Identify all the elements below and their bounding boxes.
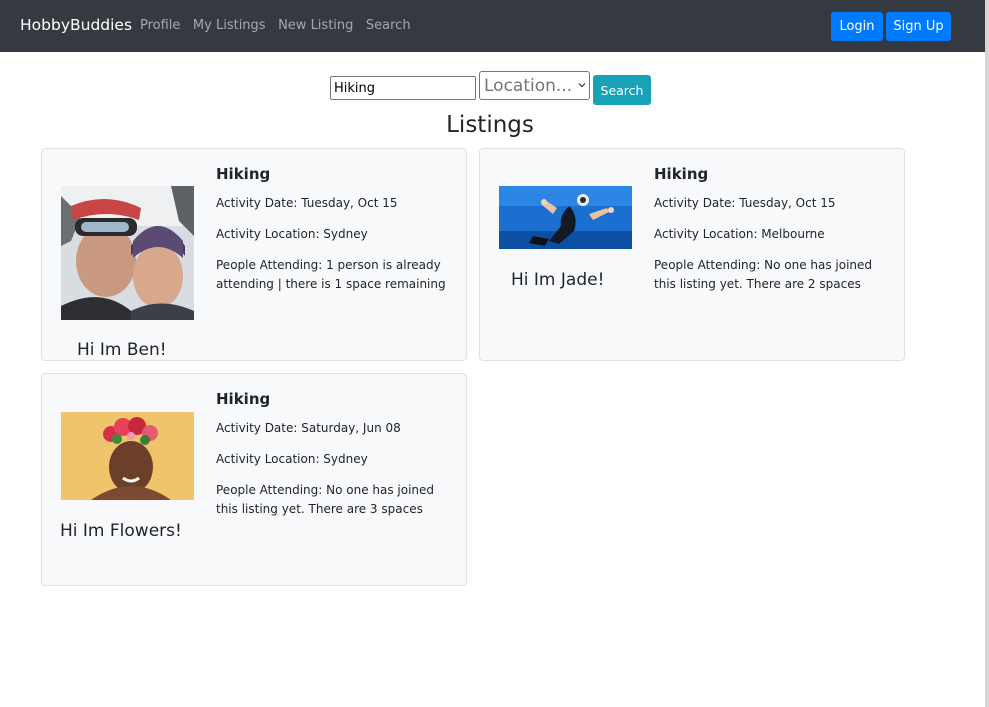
- listing-info: Hiking Activity Date: Tuesday, Oct 15 Ac…: [216, 165, 448, 306]
- activity-date: Activity Date: Tuesday, Oct 15: [216, 196, 398, 210]
- activity-location: Activity Location: Melbourne: [654, 227, 825, 241]
- chevron-down-icon: [578, 83, 586, 88]
- location-select[interactable]: Location...: [479, 71, 590, 100]
- signup-button[interactable]: Sign Up: [886, 12, 951, 41]
- window-edge: [985, 0, 989, 707]
- couple-selfie-photo: [61, 186, 194, 320]
- listing-title[interactable]: Hiking: [216, 165, 448, 183]
- login-button[interactable]: Login: [831, 12, 883, 41]
- activity-location: Activity Location: Sydney: [216, 227, 368, 241]
- nav-link-profile[interactable]: Profile: [140, 18, 180, 33]
- listing-card[interactable]: Hi Im Jade! Hiking Activity Date: Tuesda…: [479, 148, 905, 361]
- listing-card[interactable]: Hi Im Flowers! Hiking Activity Date: Sat…: [41, 373, 467, 586]
- listing-info: Hiking Activity Date: Saturday, Jun 08 A…: [216, 390, 448, 531]
- listing-card[interactable]: Hi Im Ben! Hiking Activity Date: Tuesday…: [41, 148, 467, 361]
- people-attending: People Attending: No one has joined this…: [654, 258, 873, 291]
- activity-date: Activity Date: Saturday, Jun 08: [216, 421, 401, 435]
- brand-logo[interactable]: HobbyBuddies: [20, 16, 132, 34]
- activity-location: Activity Location: Sydney: [216, 452, 368, 466]
- host-greeting: Hi Im Flowers!: [60, 521, 182, 541]
- people-attending: People Attending: 1 person is already at…: [216, 258, 446, 291]
- listing-info: Hiking Activity Date: Tuesday, Oct 15 Ac…: [654, 165, 886, 306]
- navbar: HobbyBuddies Profile My Listings New Lis…: [0, 0, 985, 52]
- people-attending: People Attending: No one has joined this…: [216, 483, 435, 516]
- flower-crown-portrait-photo: [61, 412, 194, 500]
- location-select-placeholder: Location...: [484, 75, 573, 96]
- nav-link-my-listings[interactable]: My Listings: [193, 18, 266, 33]
- listing-title[interactable]: Hiking: [216, 390, 448, 408]
- nav-link-new-listing[interactable]: New Listing: [278, 18, 353, 33]
- page-title: Listings: [446, 112, 534, 138]
- nav-link-search[interactable]: Search: [366, 18, 411, 33]
- scuba-diver-photo: [499, 186, 632, 249]
- activity-date: Activity Date: Tuesday, Oct 15: [654, 196, 836, 210]
- host-greeting: Hi Im Jade!: [511, 270, 605, 290]
- listing-title[interactable]: Hiking: [654, 165, 886, 183]
- search-button[interactable]: Search: [593, 75, 651, 105]
- host-greeting: Hi Im Ben!: [77, 340, 167, 360]
- search-input[interactable]: [330, 76, 476, 100]
- nav-links: Profile My Listings New Listing Search: [140, 18, 423, 33]
